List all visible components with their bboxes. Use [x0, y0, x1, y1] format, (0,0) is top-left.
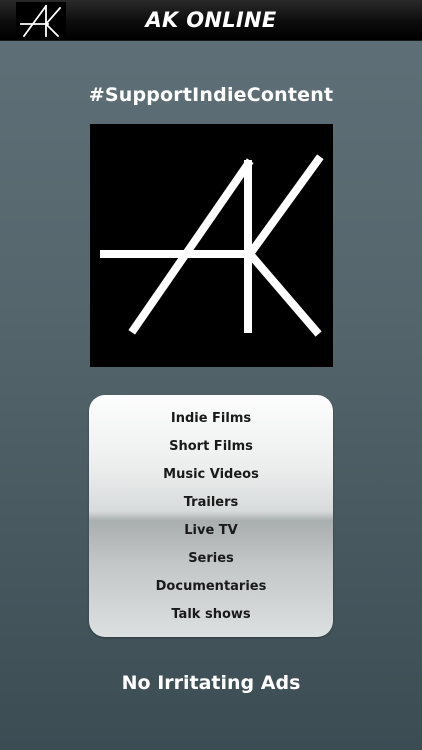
category-live-tv[interactable]: Live TV	[89, 517, 333, 545]
category-indie-films[interactable]: Indie Films	[89, 405, 333, 433]
category-short-films[interactable]: Short Films	[89, 433, 333, 461]
category-music-videos[interactable]: Music Videos	[89, 461, 333, 489]
category-documentaries[interactable]: Documentaries	[89, 573, 333, 601]
tagline: No Irritating Ads	[121, 672, 301, 694]
ak-monogram-icon	[90, 124, 333, 367]
category-talk-shows[interactable]: Talk shows	[89, 601, 333, 629]
category-series[interactable]: Series	[89, 545, 333, 573]
category-trailers[interactable]: Trailers	[89, 489, 333, 517]
category-list: Indie Films Short Films Music Videos Tra…	[89, 405, 333, 629]
top-bar: AK ONLINE	[0, 0, 422, 41]
category-menu: Indie Films Short Films Music Videos Tra…	[89, 395, 333, 637]
hashtag-heading: #SupportIndieContent	[88, 84, 334, 106]
app-title: AK ONLINE	[145, 8, 277, 32]
